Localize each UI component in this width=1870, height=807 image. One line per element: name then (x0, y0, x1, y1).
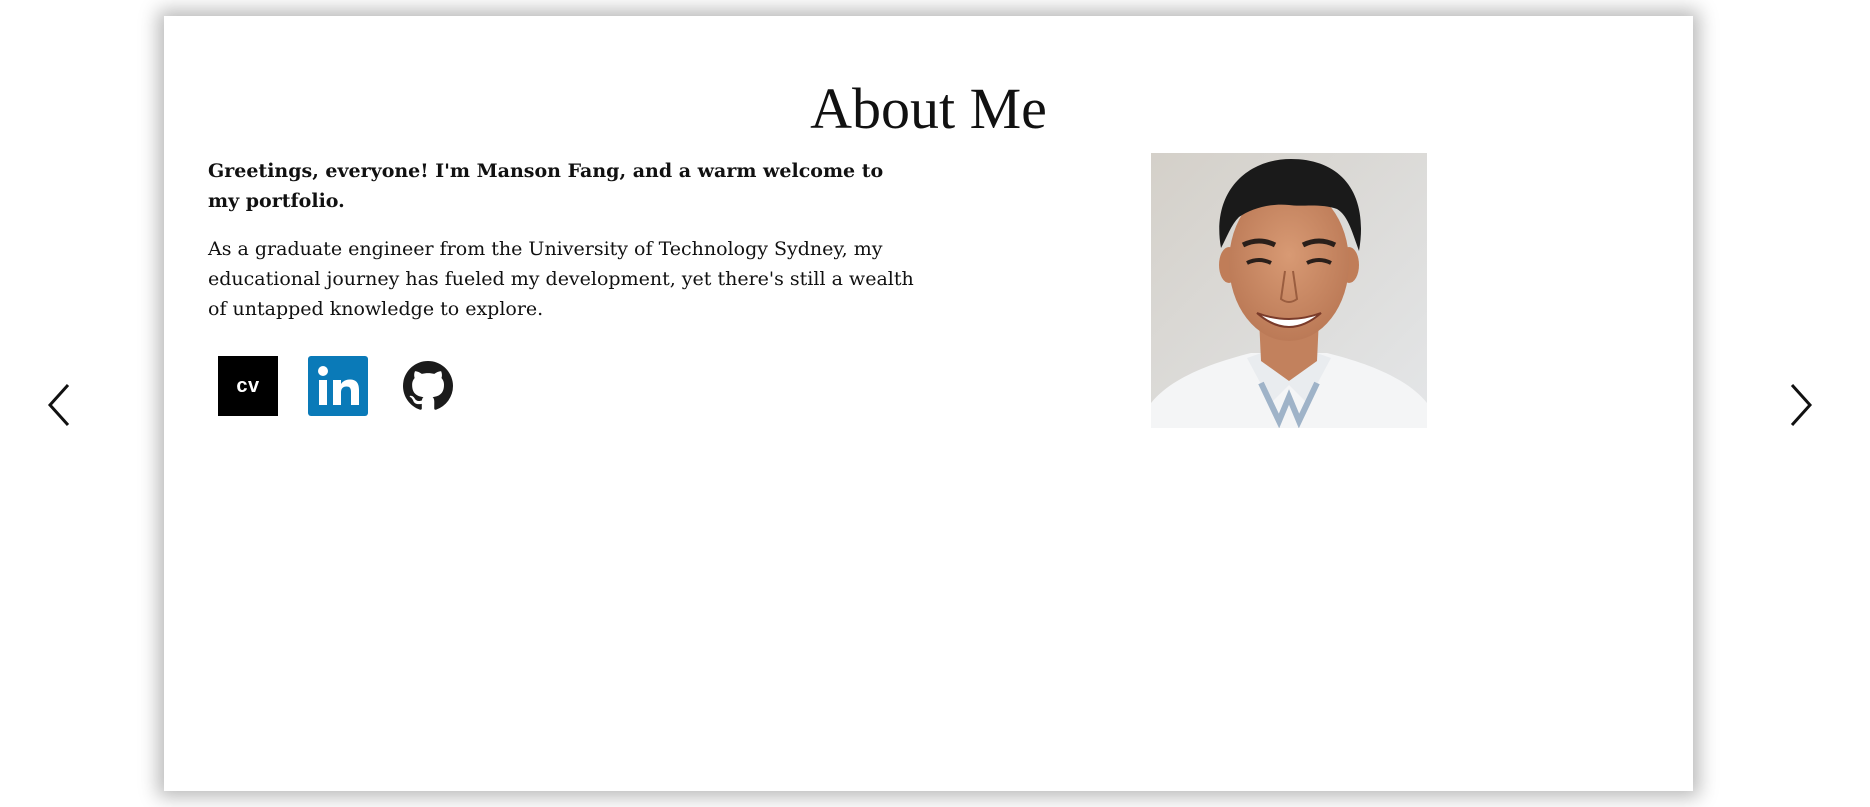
about-card: About Me Greetings, everyone! I'm Manson… (164, 16, 1693, 791)
linkedin-icon (308, 356, 368, 416)
bio-text: As a graduate engineer from the Universi… (208, 238, 914, 320)
profile-photo-image (1151, 153, 1427, 428)
chevron-left-icon (47, 383, 70, 427)
prev-slide-button[interactable] (40, 380, 80, 430)
github-icon (403, 361, 453, 410)
cv-label: cv (236, 374, 260, 397)
page-title: About Me (810, 76, 1047, 141)
chevron-right-icon (1790, 383, 1813, 427)
cv-icon: cv (218, 356, 278, 416)
linkedin-link[interactable] (308, 356, 368, 416)
social-links: cv (218, 356, 488, 416)
next-slide-button[interactable] (1780, 380, 1820, 430)
intro-section: Greetings, everyone! I'm Manson Fang, an… (208, 156, 920, 324)
greeting-text: Greetings, everyone! I'm Manson Fang, an… (208, 160, 884, 212)
github-link[interactable] (398, 356, 458, 416)
cv-link[interactable]: cv (218, 356, 278, 416)
profile-photo (1151, 153, 1427, 428)
